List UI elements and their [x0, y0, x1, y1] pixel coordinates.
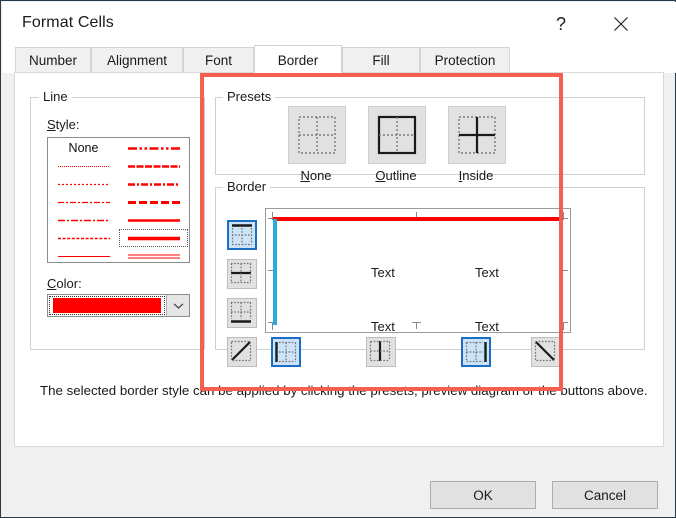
style-option-double[interactable] — [119, 247, 188, 265]
question-mark-icon: ? — [555, 14, 566, 34]
line-sample-dotted — [57, 183, 110, 185]
cancel-button[interactable]: Cancel — [552, 481, 658, 509]
line-sample-double — [127, 253, 180, 259]
dialog-title: Format Cells — [22, 14, 114, 31]
style-option-dashed-bold[interactable] — [119, 193, 188, 211]
color-label-rest: olor: — [56, 276, 82, 291]
style-option-dash-dot-dot[interactable] — [119, 139, 188, 157]
preview-cell-text-1: Text — [371, 265, 395, 280]
style-option-solid-thick[interactable] — [119, 211, 188, 229]
border-right-icon — [465, 341, 487, 363]
border-vertical-inside-button[interactable] — [366, 337, 396, 367]
presets-group-box — [215, 97, 645, 175]
border-group-label: Border — [223, 180, 271, 193]
color-label: Color: — [47, 276, 82, 291]
preview-left-border — [273, 219, 277, 325]
chevron-down-icon — [173, 302, 183, 309]
tab-protection[interactable]: Protection — [420, 47, 510, 73]
border-diagonal-down-icon — [534, 340, 556, 362]
style-none-label: None — [68, 141, 99, 155]
tick-bot-mid-v — [416, 322, 417, 329]
border-inside-icon — [458, 116, 496, 154]
ok-button[interactable]: OK — [430, 481, 536, 509]
line-sample-hairline — [57, 255, 110, 257]
border-outline-icon — [377, 115, 417, 155]
preview-cell-text-4: Text — [475, 319, 499, 334]
line-sample-dash-dot — [127, 182, 180, 186]
line-group-label: Line — [39, 90, 72, 103]
preview-cell-text-3: Text — [371, 319, 395, 334]
line-sample-dash-dot-dot — [127, 146, 180, 150]
border-top-button[interactable] — [227, 220, 257, 250]
style-option-dash-dot[interactable] — [119, 175, 188, 193]
style-label: Style: — [47, 117, 80, 132]
preview-right-border — [559, 219, 563, 325]
style-option-dashed-medium[interactable] — [119, 157, 188, 175]
style-option-dotted[interactable] — [49, 175, 118, 193]
tab-strip: Number Alignment Font Border Fill Protec… — [2, 45, 676, 74]
line-sample-solid-thick — [127, 218, 180, 222]
preview-top-border — [273, 217, 563, 221]
line-sample-fine-dotted — [57, 165, 110, 167]
border-horizontal-inside-icon — [230, 262, 252, 284]
color-swatch — [53, 298, 161, 313]
border-left-button[interactable] — [271, 337, 301, 367]
preset-inside-label: Inside — [426, 168, 526, 183]
tab-border[interactable]: Border — [254, 45, 342, 74]
line-sample-thick-solid — [127, 236, 180, 240]
close-icon — [614, 17, 628, 31]
color-dropdown-arrow[interactable] — [166, 295, 189, 316]
border-preview-diagram[interactable]: Text Text Text Text — [265, 208, 571, 334]
line-sample-dash-dot-thin — [57, 219, 110, 221]
preset-inside-button[interactable] — [448, 106, 506, 164]
style-option-dashed-thin[interactable] — [49, 193, 118, 211]
tab-alignment[interactable]: Alignment — [91, 47, 183, 73]
tick-bot-mid-h — [412, 322, 421, 323]
border-tab-panel: Line Style: None Color: Presets None Out… — [14, 72, 664, 447]
style-option-none[interactable]: None — [49, 139, 118, 157]
border-color-dropdown[interactable] — [47, 294, 190, 317]
border-right-button[interactable] — [461, 337, 491, 367]
tab-number[interactable]: Number — [15, 47, 91, 73]
preset-none-accel: N — [300, 168, 310, 183]
border-diagonal-up-button[interactable] — [227, 337, 257, 367]
format-cells-dialog: Format Cells ? Number Alignment Font Bor… — [0, 0, 676, 518]
tab-font[interactable]: Font — [183, 47, 254, 73]
border-none-icon — [298, 116, 336, 154]
color-swatch-wrap — [48, 295, 166, 316]
border-bottom-button[interactable] — [227, 298, 257, 328]
line-sample-dashed-medium — [127, 164, 180, 168]
style-option-thick-solid[interactable] — [119, 229, 188, 247]
preset-none-button[interactable] — [288, 106, 346, 164]
tab-fill[interactable]: Fill — [342, 47, 420, 73]
close-button[interactable] — [598, 3, 644, 45]
preset-outline-rest: utline — [385, 168, 417, 183]
preset-outline-accel: O — [375, 168, 386, 183]
border-diagonal-down-button[interactable] — [531, 337, 561, 367]
border-diagonal-up-icon — [230, 340, 252, 362]
preset-none-rest: one — [309, 168, 332, 183]
line-sample-dashed-thin — [57, 201, 110, 203]
style-option-dashed-fine[interactable] — [49, 229, 118, 247]
border-horizontal-inside-button[interactable] — [227, 259, 257, 289]
title-bar: Format Cells ? — [2, 2, 676, 45]
preset-inside-rest: nside — [462, 168, 494, 183]
border-bottom-icon — [230, 301, 252, 323]
style-option-dash-dot-thin[interactable] — [49, 211, 118, 229]
border-left-icon — [275, 341, 297, 363]
line-style-list[interactable]: None — [47, 137, 190, 263]
line-sample-dashed-fine — [57, 237, 110, 239]
border-top-icon — [231, 224, 253, 246]
presets-group-label: Presets — [223, 90, 276, 103]
help-note: The selected border style can be applied… — [40, 383, 648, 398]
style-label-rest: tyle: — [55, 117, 80, 132]
border-vertical-inside-icon — [369, 340, 391, 362]
tick-bot-right-v — [563, 322, 564, 330]
style-option-fine-dotted[interactable] — [49, 157, 118, 175]
preview-cell-text-2: Text — [475, 265, 499, 280]
help-button[interactable]: ? — [538, 3, 584, 45]
line-sample-dashed-bold — [127, 200, 180, 204]
style-option-hairline[interactable] — [49, 247, 118, 265]
preset-outline-button[interactable] — [368, 106, 426, 164]
